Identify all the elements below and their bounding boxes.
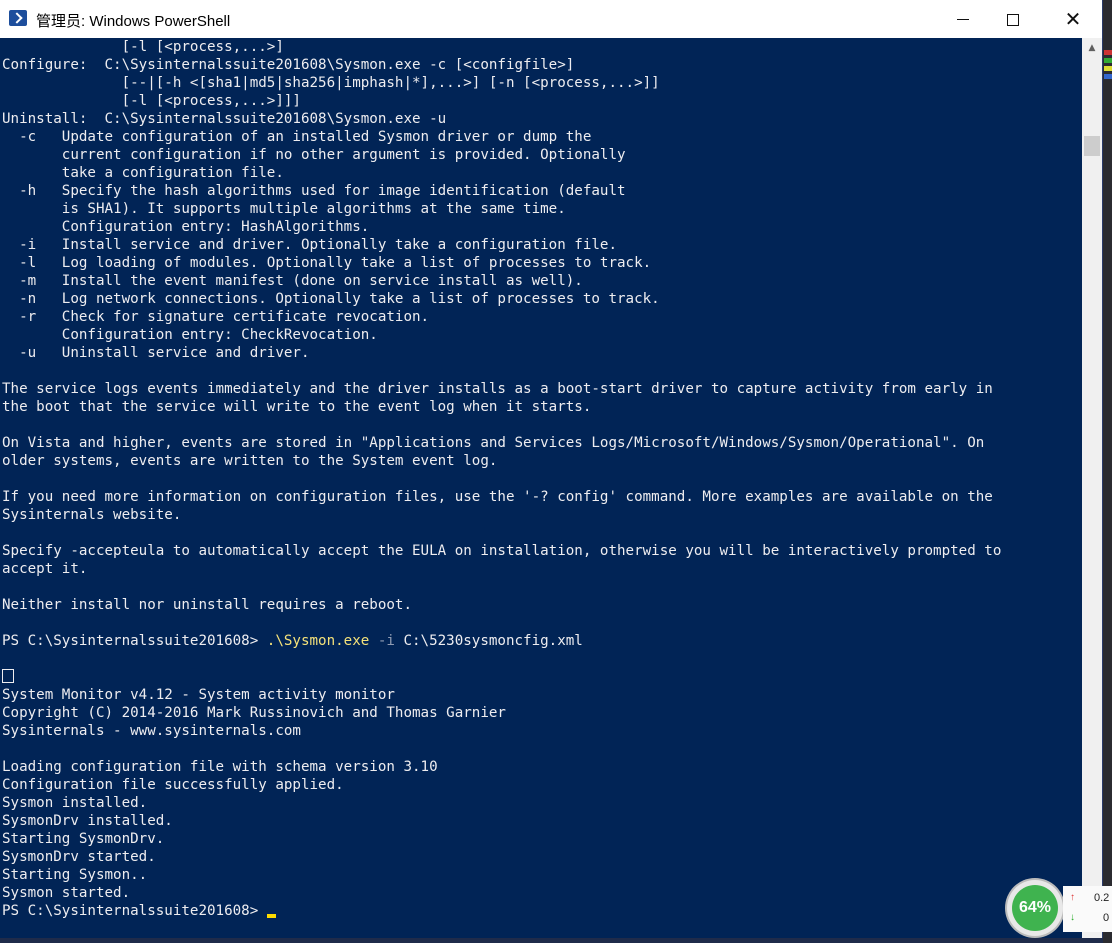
console-line: Sysmon started. — [2, 885, 131, 901]
window-title: 管理员: Windows PowerShell — [36, 13, 231, 30]
scroll-thumb[interactable] — [1084, 136, 1100, 156]
cpu-percent: 64% — [1012, 885, 1058, 931]
console-line: -i Install service and driver. Optionall… — [2, 237, 617, 253]
text-cursor — [266, 914, 276, 918]
console-line: [-l [<process,...>]]] — [2, 93, 301, 109]
unprintable-char-icon — [2, 669, 14, 683]
command-flag: -i — [369, 633, 395, 649]
close-icon: ✕ — [1064, 7, 1082, 31]
powershell-window: 管理员: Windows PowerShell ✕ [-l [<process,… — [0, 0, 1103, 938]
maximize-button[interactable] — [990, 0, 1036, 38]
maximize-icon — [1007, 13, 1019, 26]
console-line: accept it. — [2, 561, 88, 577]
console-line: If you need more information on configur… — [2, 489, 993, 505]
console-line: -r Check for signature certificate revoc… — [2, 309, 430, 325]
console-line: Sysinternals - www.sysinternals.com — [2, 723, 301, 739]
console-line: take a configuration file. — [2, 165, 284, 181]
console-line: Sysmon installed. — [2, 795, 148, 811]
console-line: Configuration entry: HashAlgorithms. — [2, 219, 370, 235]
console-output[interactable]: [-l [<process,...>] Configure: C:\Sysinte… — [0, 38, 1082, 938]
console-line: Loading configuration file with schema v… — [2, 759, 438, 775]
console-line: SysmonDrv started. — [2, 849, 156, 865]
command-line: PS C:\Sysinternalssuite201608> .\Sysmon.… — [2, 632, 583, 650]
console-line: On Vista and higher, events are stored i… — [2, 435, 985, 451]
console-line: Configure: C:\Sysinternalssuite201608\Sy… — [2, 57, 575, 73]
console-line: Specify -accepteula to automatically acc… — [2, 543, 1002, 559]
console-line: -l Log loading of modules. Optionally ta… — [2, 255, 652, 271]
console-line: Copyright (C) 2014-2016 Mark Russinovich… — [2, 705, 506, 721]
console-line: -n Log network connections. Optionally t… — [2, 291, 660, 307]
minimize-icon — [957, 19, 969, 20]
console-line: Starting Sysmon.. — [2, 867, 148, 883]
upload-arrow-icon: ↑ — [1070, 892, 1075, 903]
console-line: Configuration file successfully applied. — [2, 777, 344, 793]
console-line: the boot that the service will write to … — [2, 399, 592, 415]
command-exe: .\Sysmon.exe — [266, 633, 370, 649]
title-bar[interactable]: 管理员: Windows PowerShell ✕ — [0, 0, 1102, 38]
background-window-strip — [1103, 0, 1112, 943]
scroll-up-icon[interactable]: ▲ — [1082, 38, 1102, 58]
console-line: older systems, events are written to the… — [2, 453, 498, 469]
final-prompt-line: PS C:\Sysinternalssuite201608> — [2, 902, 276, 920]
console-line: Neither install nor uninstall requires a… — [2, 597, 412, 613]
close-button[interactable]: ✕ — [1050, 0, 1096, 38]
strip-mark — [1104, 74, 1112, 79]
network-speed-panel: ↑ 0.2 ↓ 0 — [1063, 886, 1112, 932]
strip-mark — [1104, 50, 1112, 55]
console-line: Configuration entry: CheckRevocation. — [2, 327, 378, 343]
powershell-icon — [9, 10, 27, 26]
download-arrow-icon: ↓ — [1070, 912, 1075, 923]
console-line: System Monitor v4.12 - System activity m… — [2, 687, 395, 703]
vertical-scrollbar[interactable]: ▲ ▼ — [1082, 38, 1102, 938]
console-line: -c Update configuration of an installed … — [2, 129, 592, 145]
cpu-usage-gadget[interactable]: 64% — [1007, 880, 1063, 936]
console-line: -m Install the event manifest (done on s… — [2, 273, 583, 289]
console-line: Sysinternals website. — [2, 507, 182, 523]
console-line: Starting SysmonDrv. — [2, 831, 165, 847]
console-line: [-l [<process,...>] — [2, 39, 284, 55]
console-line — [2, 668, 14, 686]
command-arg: C:\5230sysmoncfig.xml — [394, 633, 583, 649]
console-line: [--|[-h <[sha1|md5|sha256|imphash|*],...… — [2, 75, 660, 91]
console-line: -h Specify the hash algorithms used for … — [2, 183, 626, 199]
strip-mark — [1104, 58, 1112, 63]
console-line: is SHA1). It supports multiple algorithm… — [2, 201, 566, 217]
command-prompt: PS C:\Sysinternalssuite201608> — [2, 633, 267, 649]
console-line: The service logs events immediately and … — [2, 381, 993, 397]
console-line: current configuration if no other argume… — [2, 147, 626, 163]
upload-speed: 0.2 — [1094, 892, 1110, 904]
strip-mark — [1104, 66, 1112, 71]
console-line: SysmonDrv installed. — [2, 813, 173, 829]
download-speed: 0 — [1103, 912, 1110, 924]
console-line: Uninstall: C:\Sysinternalssuite201608\Sy… — [2, 111, 447, 127]
console-line: -u Uninstall service and driver. — [2, 345, 310, 361]
minimize-button[interactable] — [940, 0, 986, 38]
final-prompt: PS C:\Sysinternalssuite201608> — [2, 903, 267, 919]
